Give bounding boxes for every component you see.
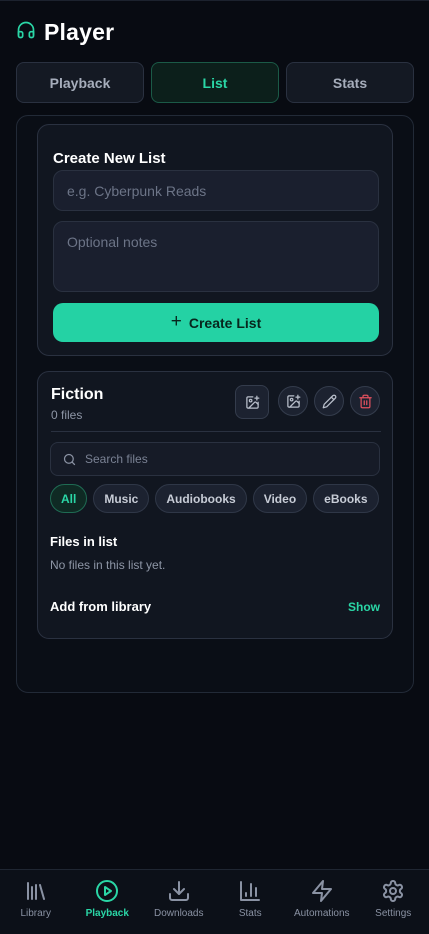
filter-chip-music[interactable]: Music	[93, 484, 150, 513]
create-list-button-label: Create List	[188, 314, 262, 331]
filter-chip-ebooks[interactable]: eBooks	[313, 484, 379, 513]
lightning-icon	[311, 880, 332, 902]
plus-icon: +	[170, 311, 182, 332]
list-notes-textarea[interactable]: Optional notes	[53, 221, 379, 292]
add-image-icon	[245, 395, 259, 409]
edit-icon	[322, 394, 336, 408]
tab-bar: Playback List Stats	[16, 62, 414, 103]
filter-chip-all[interactable]: All	[50, 484, 88, 513]
delete-list-button[interactable]	[350, 386, 380, 416]
create-list-card: Create New List e.g. Cyberpunk Reads Opt…	[37, 124, 393, 356]
list-panel: Create New List e.g. Cyberpunk Reads Opt…	[16, 115, 414, 693]
tab-list[interactable]: List	[151, 62, 279, 103]
list-name-input[interactable]: e.g. Cyberpunk Reads	[53, 170, 379, 211]
filter-chips: All Music Audiobooks Video eBooks	[50, 484, 380, 516]
nav-settings-label: Settings	[375, 908, 412, 919]
filter-chip-video[interactable]: Video	[252, 484, 308, 513]
download-icon	[168, 881, 189, 901]
search-icon	[63, 453, 76, 465]
create-list-button[interactable]: + Create List	[53, 303, 379, 342]
nav-library[interactable]: Library	[0, 870, 72, 934]
nav-automations[interactable]: Automations	[286, 870, 358, 934]
headphones-icon	[16, 20, 36, 45]
bottom-nav: Library Playback Downloads Stats Automat…	[0, 869, 429, 934]
nav-downloads-label: Downloads	[154, 908, 204, 919]
change-cover-button[interactable]	[278, 386, 308, 416]
bar-chart-icon	[240, 881, 261, 901]
list-title: Fiction	[51, 386, 104, 403]
tab-playback[interactable]: Playback	[16, 62, 144, 103]
list-card-fiction: Fiction 0 files Search files All Music A…	[37, 371, 393, 639]
change-cover-icon	[286, 394, 300, 408]
nav-library-label: Library	[20, 908, 52, 919]
search-files-input[interactable]: Search files	[50, 442, 380, 476]
tab-stats[interactable]: Stats	[286, 62, 414, 103]
edit-list-button[interactable]	[314, 386, 344, 416]
create-list-heading: Create New List	[53, 150, 166, 167]
nav-playback-label: Playback	[85, 908, 129, 919]
nav-downloads[interactable]: Downloads	[143, 870, 215, 934]
empty-list-message: No files in this list yet.	[50, 558, 166, 572]
nav-playback[interactable]: Playback	[72, 870, 144, 934]
app-root: Player Playback List Stats Create New Li…	[0, 0, 429, 934]
filter-chip-audiobooks[interactable]: Audiobooks	[155, 484, 247, 513]
header: Player	[16, 17, 114, 47]
files-in-list-heading: Files in list	[50, 534, 118, 549]
list-header-divider	[51, 431, 381, 432]
show-library-toggle[interactable]: Show	[348, 600, 380, 614]
add-image-button[interactable]	[235, 385, 269, 419]
add-from-library-heading: Add from library	[50, 599, 152, 614]
play-circle-icon	[96, 880, 119, 902]
nav-stats[interactable]: Stats	[215, 870, 287, 934]
search-placeholder: Search files	[85, 452, 148, 466]
delete-icon	[358, 394, 372, 408]
gear-icon	[383, 880, 404, 902]
library-icon	[26, 882, 45, 900]
nav-stats-label: Stats	[238, 908, 262, 919]
nav-automations-label: Automations	[293, 908, 350, 919]
nav-settings[interactable]: Settings	[358, 870, 429, 934]
list-file-count: 0 files	[51, 408, 83, 422]
app-title: Player	[44, 18, 115, 45]
